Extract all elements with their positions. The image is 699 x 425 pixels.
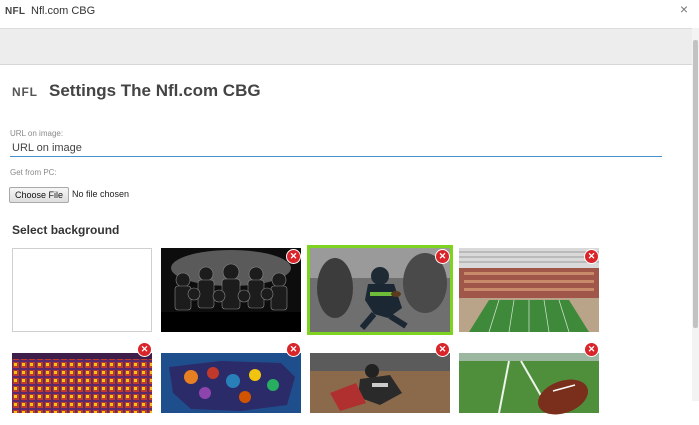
delete-icon[interactable]: ✕	[584, 342, 599, 357]
team-map-image	[161, 353, 301, 413]
background-thumb-team-huddle[interactable]: ✕	[161, 248, 301, 332]
football-field-image	[459, 353, 599, 415]
url-input[interactable]	[10, 139, 662, 157]
delete-icon[interactable]: ✕	[435, 342, 450, 357]
window-titlebar: NFL Nfl.com CBG ×	[0, 0, 699, 28]
delete-icon[interactable]: ✕	[286, 249, 301, 264]
file-label: Get from PC:	[10, 168, 57, 177]
file-status: No file chosen	[72, 189, 130, 199]
delete-icon[interactable]: ✕	[584, 249, 599, 264]
background-thumb-empty[interactable]	[12, 248, 152, 332]
url-label: URL on image:	[10, 129, 64, 138]
scrollbar-thumb[interactable]	[693, 40, 698, 328]
window-title: Nfl.com CBG	[31, 5, 96, 17]
header-logo: NFL	[12, 85, 38, 99]
background-thumb-tackle[interactable]: ✕	[310, 341, 450, 425]
background-thumb-running-back[interactable]: ✕	[307, 245, 453, 335]
section-title: Select background	[12, 223, 120, 237]
tackle-image	[310, 353, 450, 413]
delete-icon[interactable]: ✕	[286, 342, 301, 357]
choose-file-button[interactable]: Choose File	[9, 187, 70, 203]
helmets-grid-image	[12, 353, 152, 413]
team-huddle-image	[161, 248, 301, 332]
background-thumb-helmets-grid[interactable]: ✕	[12, 341, 152, 425]
delete-icon[interactable]: ✕	[137, 342, 152, 357]
background-thumb-football-field[interactable]: ✕	[459, 341, 599, 425]
background-thumb-team-map[interactable]: ✕	[161, 341, 301, 425]
page-title: Settings The Nfl.com CBG	[49, 81, 261, 100]
delete-icon[interactable]: ✕	[435, 249, 450, 264]
running-back-image	[310, 248, 450, 332]
nfl-logo: NFL	[5, 6, 26, 17]
toolbar	[0, 28, 699, 65]
background-thumb-stadium[interactable]: ✕	[459, 248, 599, 332]
close-icon[interactable]: ×	[674, 1, 694, 17]
stadium-image	[459, 248, 599, 332]
